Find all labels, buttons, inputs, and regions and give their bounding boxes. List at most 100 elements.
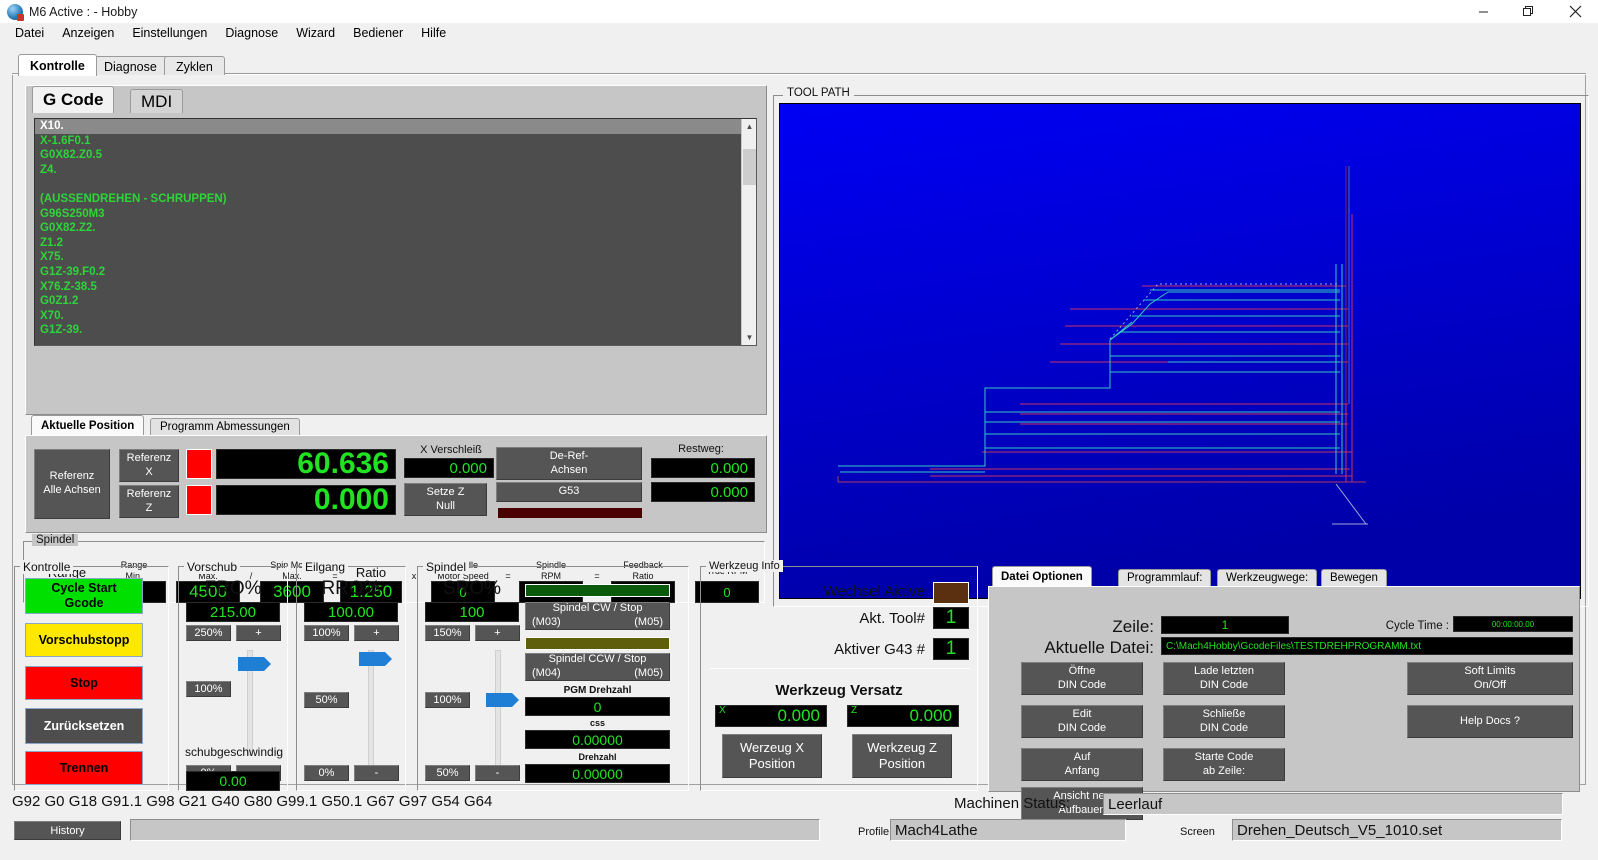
gcode-line[interactable]: G0Z1.2 [35,294,741,309]
edit-din-code-button[interactable]: Edit DIN Code [1021,705,1143,738]
sro-plus-button[interactable]: + [475,625,520,641]
werkzeug-z-position-button[interactable]: Werkzeug Z Position [852,734,952,778]
g53-button[interactable]: G53 [496,482,642,502]
gcode-line[interactable]: G1Z-39.F0.2 [35,265,741,280]
dro-z-position[interactable]: 0.000 [216,483,396,516]
scroll-down-icon[interactable]: ▼ [742,330,756,345]
tab-mdi[interactable]: MDI [130,89,184,113]
gcode-line[interactable]: (AUSSENDREHEN - SCHRUPPEN) [35,192,741,207]
sro-slider-thumb[interactable] [486,693,519,707]
sro-minus-button[interactable]: - [475,765,520,781]
menu-anzeigen[interactable]: Anzeigen [53,24,123,42]
referenz-z-button[interactable]: Referenz Z [119,485,179,518]
tab-werkzeugwege[interactable]: Werkzeugwege: [1217,569,1318,586]
sro-max-button[interactable]: 150% [425,625,470,641]
fro-value[interactable]: 215.00 [186,602,280,622]
referenz-alle-achsen-button[interactable]: Referenz Alle Achsen [34,449,110,519]
sro-slider-track[interactable] [495,650,501,770]
spindel-ccw-stop-button[interactable]: Spindel CCW / Stop (M04) (M05) [525,653,670,681]
sro-mid-button[interactable]: 100% [425,692,470,708]
vorschubstopp-button[interactable]: Vorschubstopp [25,623,143,657]
cycle-start-button[interactable]: Cycle Start Gcode [25,578,143,614]
gcode-line[interactable]: Z4. [35,163,741,178]
menu-diagnose[interactable]: Diagnose [216,24,287,42]
rro-slider-thumb[interactable] [359,652,392,666]
toolpath-canvas[interactable] [779,103,1581,599]
gcode-line[interactable]: G0X82.Z0.5 [35,148,741,163]
scroll-up-icon[interactable]: ▲ [742,119,756,134]
sro-value[interactable]: 100 [425,602,519,622]
gcode-line[interactable]: G96S250M3 [35,207,741,222]
rro-min-button[interactable]: 0% [304,765,349,781]
aktiver-g43-value[interactable]: 1 [933,638,969,660]
fro-slider-thumb[interactable] [238,657,271,671]
gcode-line[interactable]: G0X82.Z2. [35,221,741,236]
menu-bediener[interactable]: Bediener [344,24,412,42]
fro-max-button[interactable]: 250% [186,625,231,641]
gcode-line[interactable]: X76.Z-38.5 [35,280,741,295]
stop-button[interactable]: Stop [25,666,143,700]
gcode-scrollbar[interactable]: ▲ ▼ [741,119,756,345]
x-verschleiss-value[interactable]: 0.000 [404,458,494,478]
gcode-listing[interactable]: X10. X-1.6F0.1 G0X82.Z0.5 Z4. (AUSSENDRE… [34,118,757,346]
maximize-icon[interactable] [1506,0,1552,23]
rro-plus-button[interactable]: + [354,625,399,641]
spindel-cw-stop-button[interactable]: Spindel CW / Stop (M03) (M05) [525,602,670,630]
scrollbar-thumb[interactable] [743,149,756,185]
history-field[interactable] [130,819,820,841]
rro-max-button[interactable]: 100% [304,625,349,641]
aktuelle-datei-value[interactable]: C:\Mach4Hobby\GcodeFiles\TESTDREHPROGRAM… [1161,637,1573,655]
tab-kontrolle[interactable]: Kontrolle [18,54,97,76]
lade-letzten-din-code-button[interactable]: Lade letzten DIN Code [1163,662,1285,695]
akt-tool-value[interactable]: 1 [933,607,969,629]
werkzeug-versatz-x-value[interactable]: 0.000 [715,705,827,727]
tab-gcode[interactable]: G Code [32,86,115,113]
rro-slider-track[interactable] [368,650,374,770]
tab-diagnose[interactable]: Diagnose [92,56,169,76]
history-button[interactable]: History [14,821,121,840]
soft-limits-button[interactable]: Soft Limits On/Off [1407,662,1573,695]
setze-z-null-button[interactable]: Setze Z Null [404,483,487,516]
gcode-line[interactable]: Z1.2 [35,236,741,251]
schliesse-din-code-button[interactable]: Schließe DIN Code [1163,705,1285,738]
gcode-line[interactable]: X75. [35,250,741,265]
starte-code-ab-zeile-button[interactable]: Starte Code ab Zeile: [1163,748,1285,781]
tab-datei-optionen[interactable]: Datei Optionen [992,566,1092,586]
zeile-value[interactable]: 1 [1161,616,1289,634]
dro-x-position[interactable]: 60.636 [216,447,396,480]
tab-programmlauf[interactable]: Programmlauf: [1118,569,1212,586]
tab-aktuelle-position[interactable]: Aktuelle Position [31,415,145,435]
menu-datei[interactable]: Datei [6,24,53,42]
minimize-icon[interactable] [1460,0,1506,23]
de-ref-achsen-button[interactable]: De-Ref- Achsen [496,447,642,480]
fro-plus-button[interactable]: + [236,625,281,641]
werkzeug-versatz-title: Werkzeug Versatz [775,682,903,699]
tab-zyklen[interactable]: Zyklen [164,56,225,76]
menu-wizard[interactable]: Wizard [287,24,344,42]
restweg-z-value: 0.000 [651,482,755,502]
gcode-line[interactable]: X70. [35,309,741,324]
werkzeug-versatz-z-value[interactable]: 0.000 [847,705,959,727]
close-icon[interactable] [1552,0,1598,23]
gcode-line[interactable]: X10. [35,119,741,134]
rro-value[interactable]: 100.00 [304,602,398,622]
tab-programm-abmessungen[interactable]: Programm Abmessungen [150,418,300,435]
werkzeug-x-position-button[interactable]: Werzeug X Position [722,734,822,778]
gcode-line[interactable]: G1Z-39. [35,323,741,338]
rro-minus-button[interactable]: - [354,765,399,781]
fro-mid-button[interactable]: 100% [186,681,231,697]
auf-anfang-button[interactable]: Auf Anfang [1021,748,1143,781]
zuruecksetzen-button[interactable]: Zurücksetzen [25,708,143,744]
gcode-line[interactable] [35,177,741,192]
rro-mid-button[interactable]: 50% [304,692,349,708]
sro-min-button[interactable]: 50% [425,765,470,781]
pgm-drehzahl-value[interactable]: 0 [525,697,670,716]
help-docs-button[interactable]: Help Docs ? [1407,705,1573,738]
menu-einstellungen[interactable]: Einstellungen [123,24,216,42]
trennen-button[interactable]: Trennen [25,751,143,785]
menu-hilfe[interactable]: Hilfe [412,24,455,42]
tab-bewegen[interactable]: Bewegen [1321,569,1387,586]
gcode-line[interactable]: X-1.6F0.1 [35,134,741,149]
oeffne-din-code-button[interactable]: Öffne DIN Code [1021,662,1143,695]
referenz-x-button[interactable]: Referenz X [119,449,179,482]
